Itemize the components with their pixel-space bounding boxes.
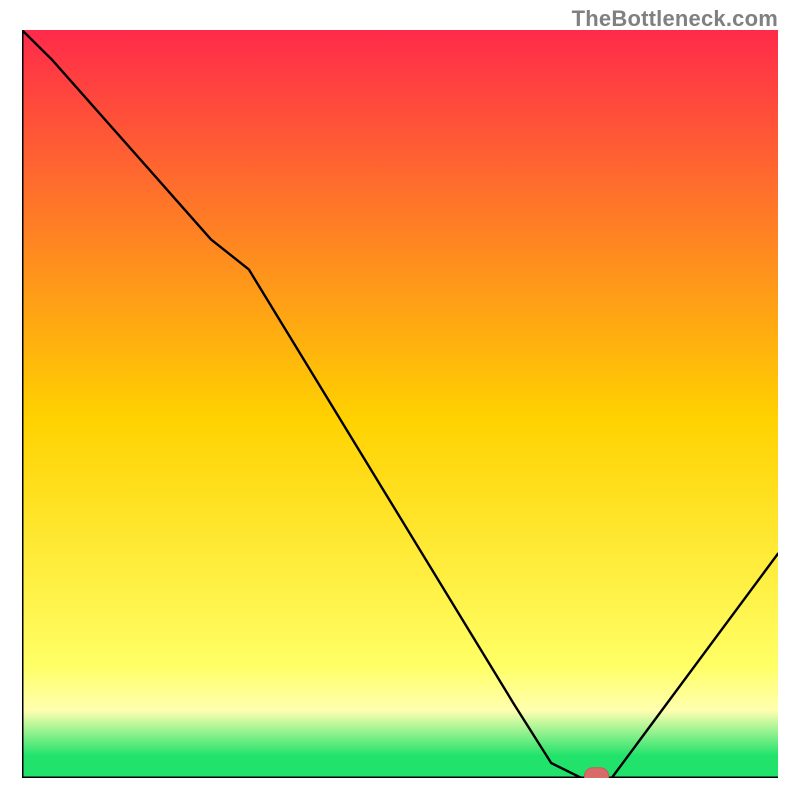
watermark-text: TheBottleneck.com [572,6,778,32]
optimal-point-marker [584,768,608,778]
gradient-background [22,30,778,778]
chart-area [22,30,778,778]
line-chart-svg [22,30,778,778]
